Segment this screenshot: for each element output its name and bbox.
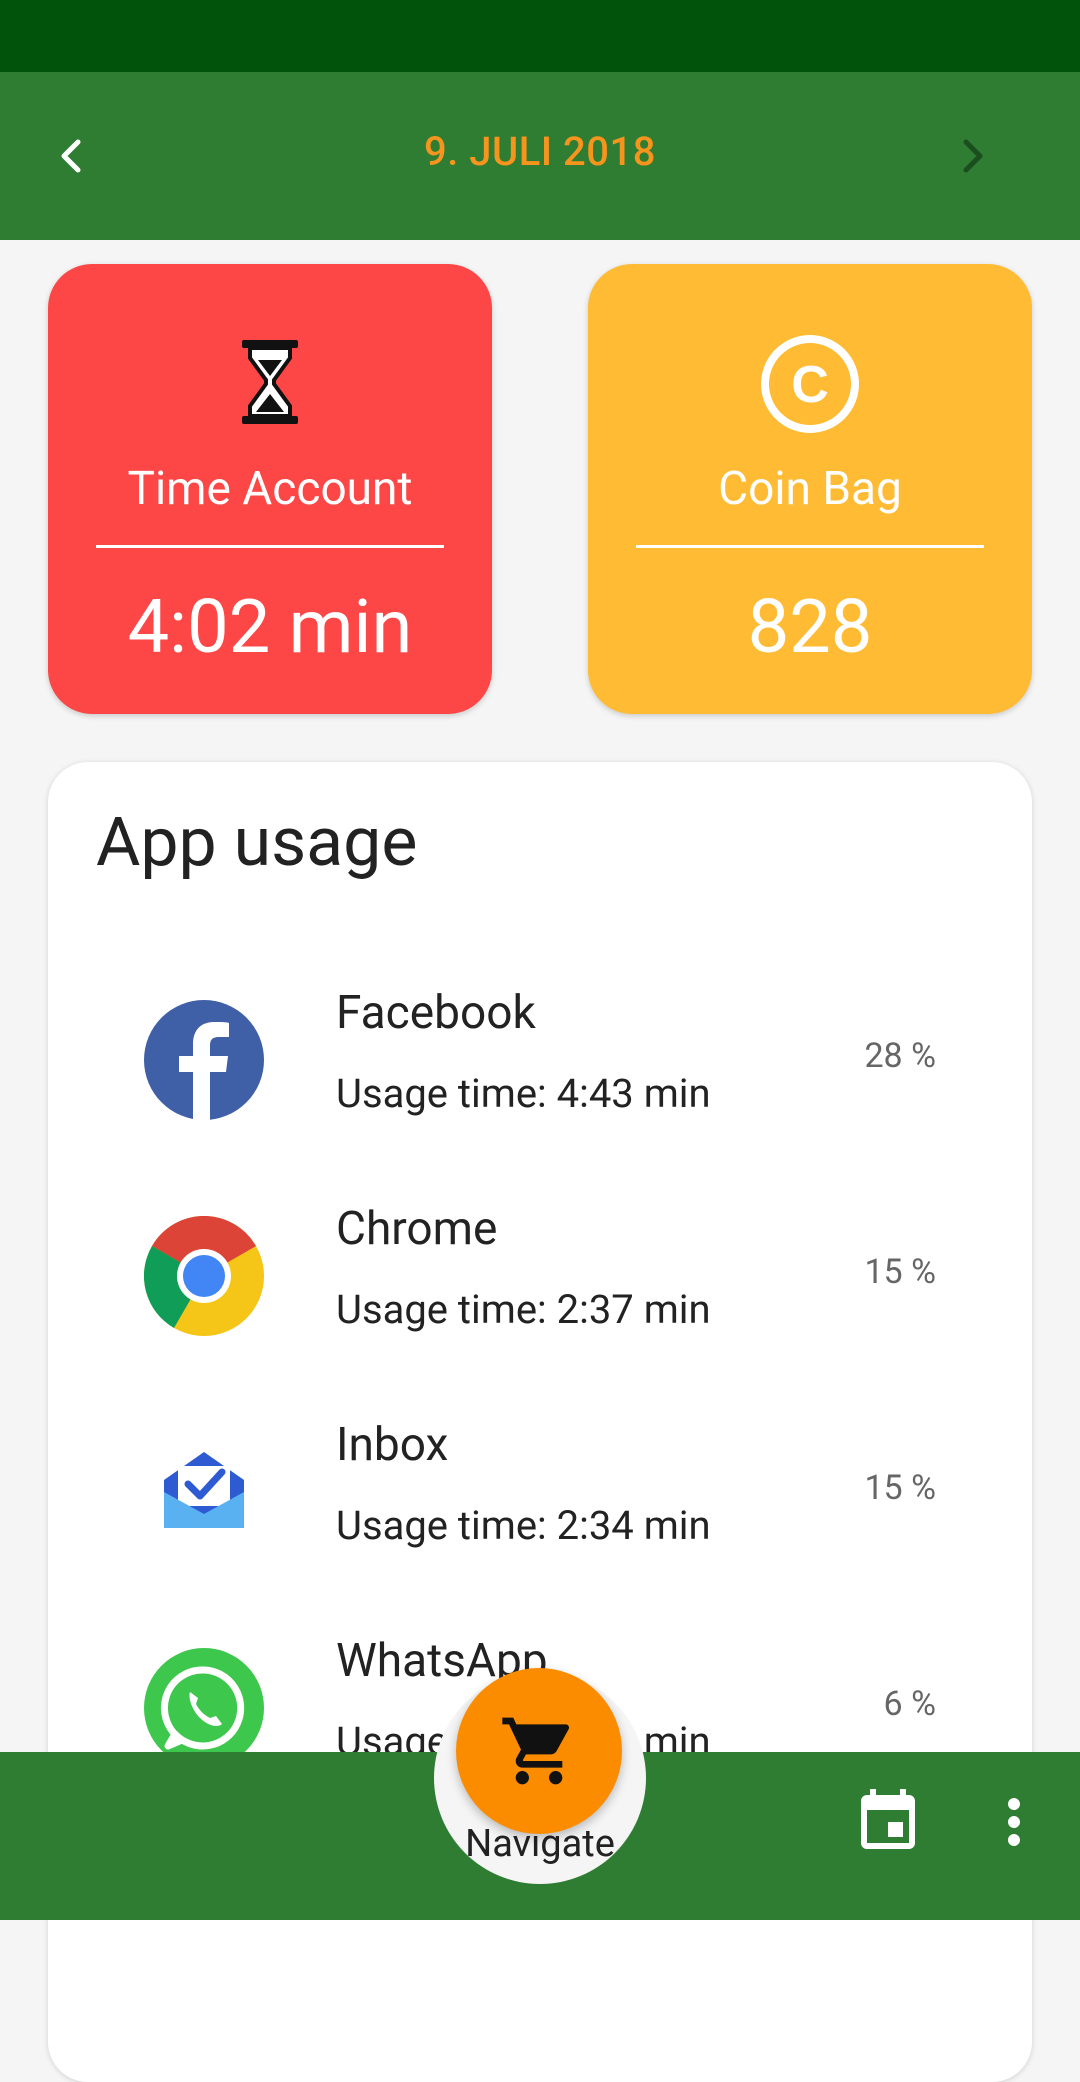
app-usage-time: Usage time: 4:43 min	[336, 1070, 711, 1117]
coin-bag-divider	[636, 545, 984, 548]
app-usage-percent: 15 %	[864, 1252, 936, 1292]
app-name: Inbox	[336, 1418, 449, 1472]
overflow-menu-button[interactable]	[978, 1786, 1050, 1858]
svg-text:C: C	[791, 356, 829, 414]
app-name: Facebook	[336, 986, 536, 1040]
more-vert-icon	[1008, 1798, 1020, 1846]
next-day-button[interactable]	[940, 124, 1004, 188]
time-account-divider	[96, 545, 444, 548]
app-usage-row[interactable]: Facebook Usage time: 4:43 min 28 %	[48, 948, 1032, 1164]
coin-icon: C	[588, 332, 1032, 433]
app-name: Chrome	[336, 1202, 498, 1256]
app-usage-percent: 6 %	[883, 1684, 936, 1724]
shopping-cart-icon	[502, 1717, 570, 1785]
app-usage-time: Usage time: 2:37 min	[336, 1286, 711, 1333]
whatsapp-icon	[144, 1648, 264, 1768]
time-account-card[interactable]: Time Account 4:02 min	[48, 264, 492, 714]
coin-bag-value: 828	[747, 584, 873, 671]
app-bar: 9. JULI 2018	[0, 72, 1080, 240]
time-account-label: Time Account	[127, 462, 413, 516]
inbox-icon	[144, 1432, 264, 1552]
facebook-icon	[144, 1000, 264, 1120]
app-usage-row[interactable]: Inbox Usage time: 2:34 min 15 %	[48, 1380, 1032, 1596]
time-account-value: 4:02 min	[127, 584, 413, 671]
calendar-button[interactable]	[852, 1786, 924, 1858]
coin-bag-label: Coin Bag	[718, 462, 902, 516]
chevron-right-icon	[963, 139, 983, 173]
status-bar	[0, 0, 1080, 72]
app-usage-time: Usage time: 2:34 min	[336, 1502, 711, 1549]
current-date: 9. JULI 2018	[424, 128, 656, 175]
chrome-icon	[143, 1215, 264, 1336]
coin-bag-card[interactable]: C Coin Bag 828	[588, 264, 1032, 714]
app-usage-title: App usage	[96, 802, 418, 882]
hourglass-icon	[48, 332, 492, 432]
app-usage-percent: 28 %	[864, 1036, 936, 1076]
app-usage-row[interactable]: Chrome Usage time: 2:37 min 15 %	[48, 1164, 1032, 1380]
shop-fab-button[interactable]	[456, 1668, 622, 1834]
calendar-icon	[861, 1789, 915, 1849]
app-usage-percent: 15 %	[864, 1468, 936, 1508]
